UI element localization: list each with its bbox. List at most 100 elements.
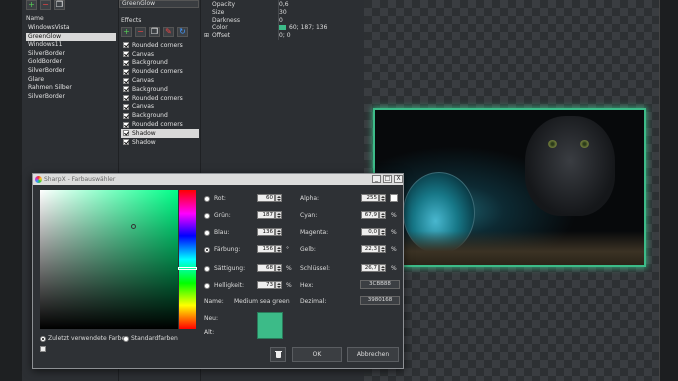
red-spinner[interactable] xyxy=(275,194,282,202)
remove-preset-button[interactable]: − xyxy=(40,0,51,10)
checkbox[interactable] xyxy=(123,68,129,75)
effect-item[interactable]: Canvas xyxy=(121,50,199,59)
effect-label: Shadow xyxy=(132,138,156,146)
add-effect-button[interactable]: + xyxy=(121,27,132,37)
saturation-spinner[interactable] xyxy=(275,264,282,272)
checkbox[interactable] xyxy=(123,42,129,49)
hue-spinner[interactable] xyxy=(275,245,282,253)
blue-spinner[interactable] xyxy=(275,228,282,236)
alpha-spinner[interactable] xyxy=(379,194,386,202)
magenta-spinner[interactable] xyxy=(379,228,386,236)
hue-input[interactable]: 156 xyxy=(257,245,275,253)
red-input[interactable]: 60 xyxy=(257,194,275,202)
key-spinner[interactable] xyxy=(379,264,386,272)
yellow-input[interactable]: 22,3 xyxy=(361,245,379,253)
property-row-offset[interactable]: ⊞ Offset 0; 0 xyxy=(204,32,354,40)
preset-item[interactable]: SilverBorder xyxy=(26,67,116,76)
effect-label: Canvas xyxy=(132,103,155,111)
refresh-effect-button[interactable]: ↻ xyxy=(177,27,188,37)
checkbox[interactable] xyxy=(123,51,129,58)
effect-item[interactable]: Background xyxy=(121,85,199,94)
property-value: 0; 0 xyxy=(279,32,291,39)
property-row-size[interactable]: Size 30 xyxy=(212,9,362,17)
effect-item[interactable]: Shadow xyxy=(121,138,199,147)
radio-standard-colors[interactable] xyxy=(123,336,129,342)
label-recent-colors: Zuletzt verwendete Farben xyxy=(48,335,129,342)
remove-effect-button[interactable]: − xyxy=(135,27,146,37)
effect-item[interactable]: Background xyxy=(121,59,199,68)
preset-name-field[interactable]: GreenGlow xyxy=(119,0,199,8)
cyan-spinner[interactable] xyxy=(379,211,386,219)
preset-item[interactable]: Windows11 xyxy=(26,41,116,50)
effect-item[interactable]: Rounded corners xyxy=(121,120,199,129)
checkbox[interactable] xyxy=(123,130,129,137)
expand-icon[interactable]: ⊞ xyxy=(204,32,209,39)
effect-item[interactable]: Canvas xyxy=(121,103,199,112)
effect-item-selected[interactable]: Shadow xyxy=(121,128,199,138)
minimize-button[interactable]: _ xyxy=(372,175,381,183)
radio-saturation[interactable] xyxy=(204,266,210,272)
preset-item[interactable]: Glare xyxy=(26,76,116,85)
saturation-value-area[interactable] xyxy=(40,190,178,329)
hue-slider[interactable] xyxy=(179,190,196,329)
property-row-color[interactable]: Color 60; 187; 136 xyxy=(212,24,362,32)
green-input[interactable]: 187 xyxy=(257,211,275,219)
color-cursor[interactable] xyxy=(131,224,136,229)
checkbox[interactable] xyxy=(123,112,129,119)
checkbox[interactable] xyxy=(123,103,129,110)
close-button[interactable]: X xyxy=(394,175,403,183)
preset-item[interactable]: SilverBorder xyxy=(26,93,116,102)
saturation-input[interactable]: 68 xyxy=(257,264,275,272)
label-old: Alt: xyxy=(204,329,215,336)
preset-item-selected[interactable]: GreenGlow xyxy=(26,32,116,42)
checkbox[interactable] xyxy=(123,59,129,66)
preset-item[interactable]: Rahmen Silber xyxy=(26,84,116,93)
hex-input[interactable]: 3CBB88 xyxy=(360,280,400,289)
decimal-input[interactable]: 3980168 xyxy=(360,296,400,305)
maximize-button[interactable]: □ xyxy=(383,175,392,183)
preview-scrollbar[interactable] xyxy=(659,0,678,381)
radio-blue[interactable] xyxy=(204,230,210,236)
cyan-input[interactable]: 67,9 xyxy=(361,211,379,219)
checkbox[interactable] xyxy=(123,121,129,128)
dialog-titlebar[interactable]: SharpX - Farbauswähler _ □ X xyxy=(33,174,403,185)
brightness-input[interactable]: 73 xyxy=(257,281,275,289)
duplicate-preset-button[interactable]: ❐ xyxy=(54,0,65,10)
minus-icon: − xyxy=(137,27,144,36)
preset-item[interactable]: SilverBorder xyxy=(26,50,116,59)
radio-brightness[interactable] xyxy=(204,283,210,289)
blue-input[interactable]: 136 xyxy=(257,228,275,236)
checkbox[interactable] xyxy=(123,77,129,84)
effect-item[interactable]: Rounded corners xyxy=(121,94,199,103)
checkbox[interactable] xyxy=(123,139,129,146)
alpha-input[interactable]: 255 xyxy=(361,194,379,202)
edit-effect-button[interactable]: ✎ xyxy=(163,27,174,37)
checkbox[interactable] xyxy=(123,86,129,93)
effect-item[interactable]: Background xyxy=(121,111,199,120)
property-row-opacity[interactable]: Opacity 0,6 xyxy=(212,1,362,9)
effects-label: Effects xyxy=(121,17,142,24)
refresh-icon: ↻ xyxy=(179,27,186,36)
radio-green[interactable] xyxy=(204,213,210,219)
radio-recent-colors[interactable] xyxy=(40,336,46,342)
recent-color-slot[interactable] xyxy=(40,346,46,352)
key-input[interactable]: 26,7 xyxy=(361,264,379,272)
cancel-button[interactable]: Abbrechen xyxy=(347,347,399,362)
ok-button[interactable]: OK xyxy=(292,347,342,362)
radio-red[interactable] xyxy=(204,196,210,202)
brightness-spinner[interactable] xyxy=(275,281,282,289)
yellow-spinner[interactable] xyxy=(379,245,386,253)
copy-effect-button[interactable]: ❐ xyxy=(149,27,160,37)
checkbox[interactable] xyxy=(123,95,129,102)
preset-item[interactable]: WindowsVista xyxy=(26,24,116,33)
add-preset-button[interactable]: + xyxy=(26,0,37,10)
effect-item[interactable]: Rounded corners xyxy=(121,67,199,76)
green-spinner[interactable] xyxy=(275,211,282,219)
effect-item[interactable]: Rounded corners xyxy=(121,41,199,50)
preset-item[interactable]: GoldBorder xyxy=(26,58,116,67)
hue-slider-handle[interactable] xyxy=(178,267,197,270)
magenta-input[interactable]: 0,0 xyxy=(361,228,379,236)
effect-item[interactable]: Canvas xyxy=(121,76,199,85)
radio-hue[interactable] xyxy=(204,247,210,253)
trash-icon[interactable] xyxy=(270,347,286,362)
